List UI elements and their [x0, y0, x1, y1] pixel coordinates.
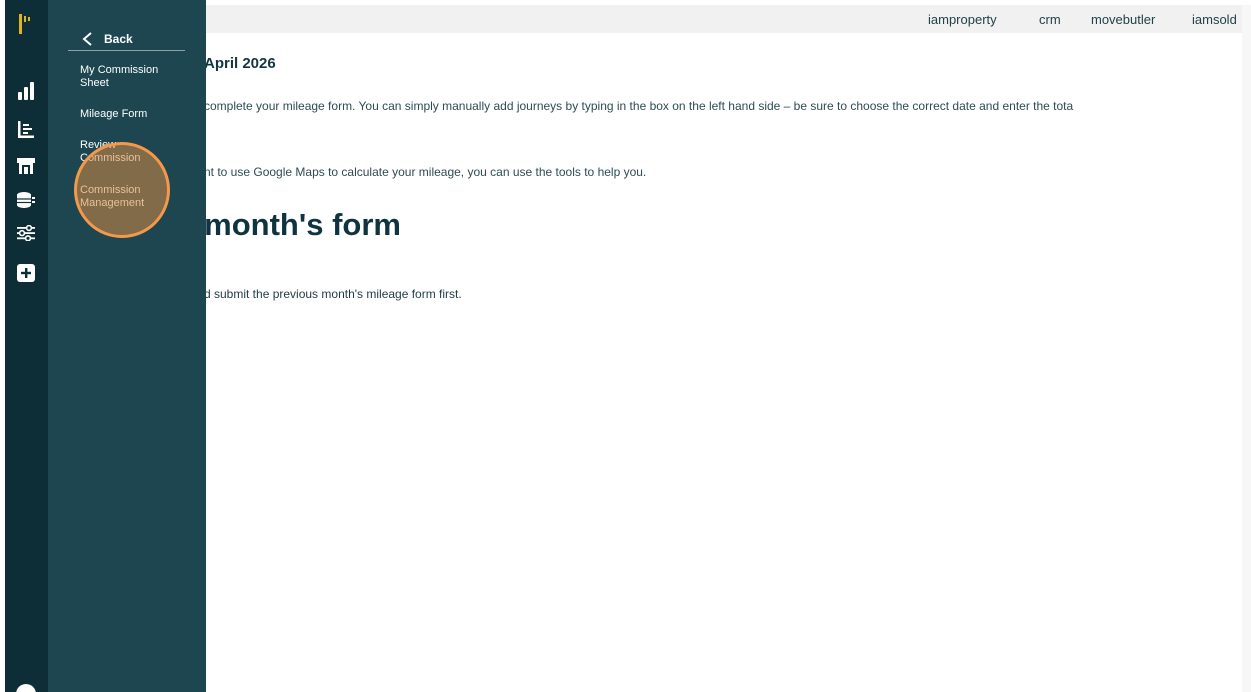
subnav-item-label: Management — [80, 197, 145, 209]
topbar-link-iamsold[interactable]: iamsold — [1192, 12, 1237, 27]
logo-icon[interactable] — [19, 14, 33, 34]
subnav-item-label: Commission — [80, 184, 141, 196]
maps-help-text: nt to use Google Maps to calculate your … — [206, 165, 647, 179]
back-label: Back — [104, 32, 133, 46]
divider — [68, 50, 185, 51]
topbar-link-movebutler[interactable]: movebutler — [1091, 12, 1155, 27]
subnav-item-review-commission[interactable]: Review Commission — [80, 139, 190, 165]
subnav-item-label: Review — [80, 139, 117, 151]
icon-rail — [5, 0, 48, 692]
sliders-icon[interactable] — [15, 222, 37, 244]
intro-text: complete your mileage form. You can simp… — [206, 99, 1074, 113]
coins-icon[interactable] — [15, 189, 37, 211]
bar-chart-icon[interactable] — [15, 80, 37, 102]
user-avatar[interactable] — [16, 684, 36, 692]
subnav-item-my-commission-sheet[interactable]: My Commission Sheet — [80, 64, 190, 90]
subnav-item-commission-management[interactable]: Commission Management — [80, 184, 190, 210]
back-button[interactable]: Back — [80, 28, 184, 50]
storefront-icon[interactable] — [15, 155, 37, 177]
subnav-item-label: Mileage Form — [80, 108, 148, 120]
subnav-item-mileage-form[interactable]: Mileage Form — [80, 108, 190, 121]
chevron-left-icon — [82, 32, 92, 46]
subnav-item-label: My Commission — [80, 64, 159, 76]
top-bar: iamproperty crm movebutler iamsold — [206, 5, 1242, 33]
subnav-item-label: Sheet — [80, 77, 109, 89]
month-title: April 2026 — [206, 55, 276, 72]
list-chart-icon[interactable] — [15, 118, 37, 140]
topbar-link-iamproperty[interactable]: iamproperty — [928, 12, 997, 27]
subnav-item-label: Commission — [80, 152, 141, 164]
main-content: April 2026 complete your mileage form. Y… — [206, 33, 1242, 692]
page-heading: st month's form — [206, 207, 401, 242]
commission-subnav: Back My Commission Sheet Mileage Form Re… — [48, 0, 206, 692]
plus-square-icon[interactable] — [15, 262, 37, 284]
submit-note: d submit the previous month's mileage fo… — [206, 287, 462, 301]
topbar-link-crm[interactable]: crm — [1039, 12, 1061, 27]
scrollbar-track[interactable] — [1242, 5, 1251, 692]
